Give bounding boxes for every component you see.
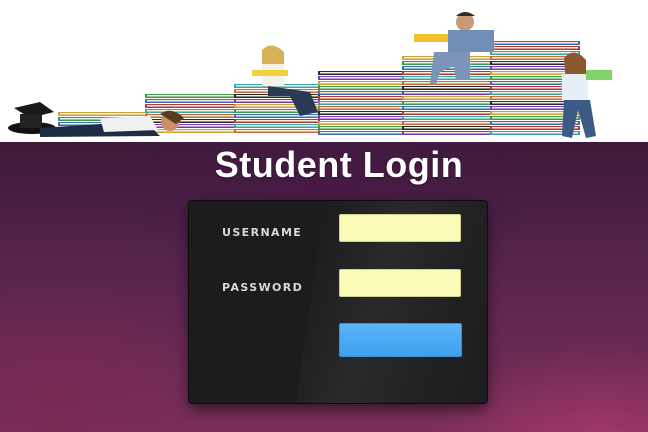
book-pages	[147, 110, 235, 112]
book-pages	[404, 117, 492, 119]
book-pages	[236, 120, 318, 122]
book-pages	[492, 47, 578, 49]
book-pages	[320, 132, 402, 134]
book-pages	[320, 102, 402, 104]
book-pages	[147, 100, 235, 102]
book-pages	[404, 87, 492, 89]
book-pages	[320, 112, 402, 114]
book-pages	[404, 92, 492, 94]
book-pages	[320, 87, 402, 89]
book-pages	[320, 127, 402, 129]
book-pages	[492, 52, 578, 54]
book-pages	[236, 115, 318, 117]
book-pages	[404, 122, 492, 124]
student-reading-figure	[562, 52, 612, 138]
book-pages	[320, 92, 402, 94]
book-pages	[320, 82, 402, 84]
book-pages	[147, 105, 235, 107]
book-pages	[320, 77, 402, 79]
book-pages	[404, 97, 492, 99]
book-pages	[404, 82, 492, 84]
book-pages	[404, 72, 492, 74]
username-input[interactable]	[339, 214, 461, 242]
password-input[interactable]	[339, 269, 461, 297]
username-label: USERNAME	[222, 226, 303, 239]
book-pages	[147, 120, 235, 122]
book-pages	[320, 107, 402, 109]
page-title: Student Login	[214, 144, 464, 185]
book-pages	[404, 127, 492, 129]
book-pages	[236, 130, 318, 132]
password-label: PASSWORD	[222, 281, 304, 294]
book-pages	[147, 130, 235, 132]
book-pages	[404, 112, 492, 114]
book-pages	[404, 107, 492, 109]
book-pages	[147, 125, 235, 127]
book-pages	[492, 42, 578, 44]
login-card: USERNAME PASSWORD	[189, 201, 487, 403]
hero-banner	[0, 0, 648, 142]
book-pages	[320, 97, 402, 99]
book-pages	[404, 102, 492, 104]
book-pages	[60, 113, 146, 115]
book-pages	[320, 72, 402, 74]
book-pages	[147, 95, 235, 97]
book-pages	[236, 125, 318, 127]
login-button[interactable]	[339, 323, 462, 357]
book-pages	[147, 115, 235, 117]
students-books-illustration	[8, 12, 612, 138]
book-pages	[320, 122, 402, 124]
book-pages	[320, 117, 402, 119]
book-pages	[404, 77, 492, 79]
book-pages	[404, 132, 492, 134]
